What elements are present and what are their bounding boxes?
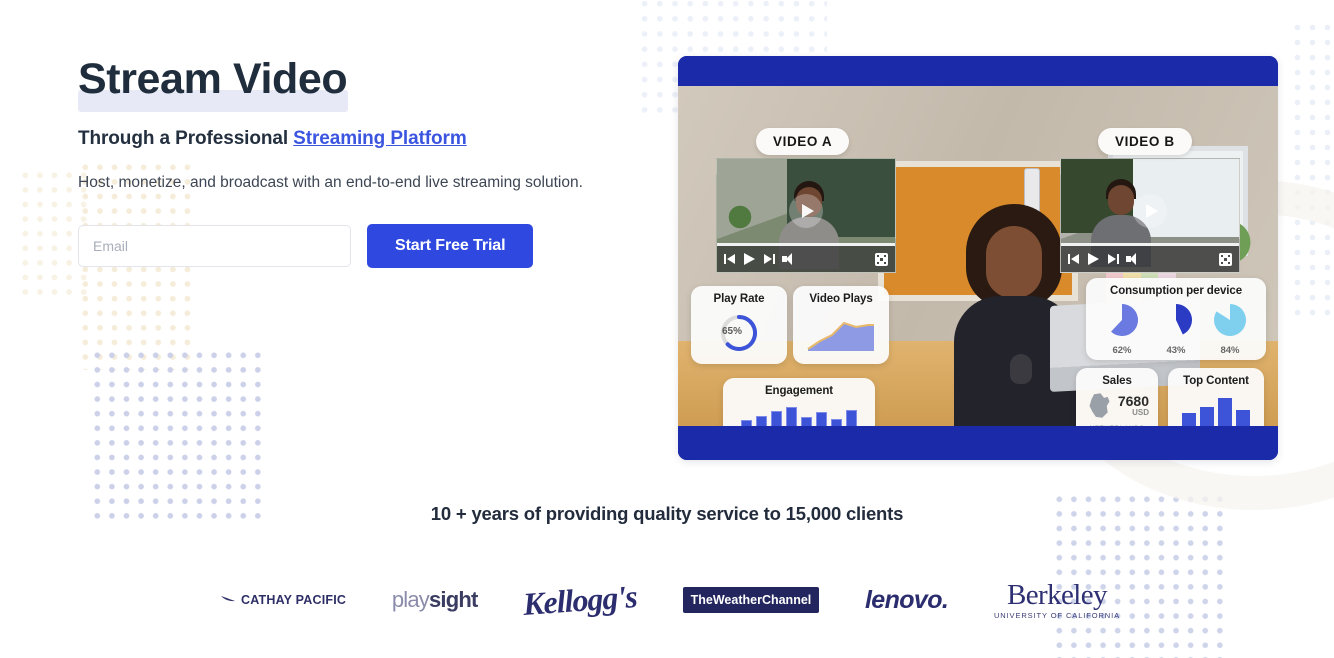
logo-weather-line1: The <box>690 593 713 607</box>
logo-cathay-pacific-text: CATHAY PACIFIC <box>241 593 347 607</box>
dot-grid-right-edge <box>1290 20 1334 320</box>
hero-description: Host, monetize, and broadcast with an en… <box>78 174 583 191</box>
fullscreen-icon[interactable] <box>875 252 888 266</box>
consumption-pie-item: 62% <box>1104 302 1140 356</box>
widget-consumption-title: Consumption per device <box>1110 285 1242 297</box>
widget-engagement: Engagement <box>723 378 875 426</box>
streaming-dashboard-preview[interactable]: VIDEO A VIDEO B Play Rate 65% Video Play… <box>678 56 1278 460</box>
consumption-pie-label: 84% <box>1220 345 1240 356</box>
logo-playsight-part2: sight <box>429 587 478 612</box>
widget-video-plays: Video Plays <box>793 286 889 364</box>
logo-weather-line2: Weather <box>712 593 762 607</box>
next-icon[interactable] <box>763 253 775 265</box>
play-icon[interactable] <box>1133 193 1167 228</box>
video-player-b[interactable] <box>1060 158 1240 273</box>
page-title: Stream Video <box>78 55 348 103</box>
consumption-pie-label: 43% <box>1166 345 1186 356</box>
clients-tagline: 10 + years of providing quality service … <box>430 503 904 524</box>
engagement-bar <box>756 415 767 426</box>
engagement-bar <box>801 416 812 426</box>
sales-currency: USD <box>1132 408 1149 417</box>
video-player-a[interactable] <box>716 158 896 273</box>
play-rate-donut-chart: 65% <box>715 311 763 355</box>
engagement-bar <box>846 410 857 426</box>
trial-signup-form: Start Free Trial <box>78 224 638 268</box>
page-title-wrapper: Stream Video <box>78 52 348 112</box>
widget-video-plays-title: Video Plays <box>809 293 873 305</box>
logo-the-weather-channel: The Weather Channel <box>682 587 820 613</box>
logo-berkeley-name: Berkeley <box>1007 579 1107 611</box>
video-b-person-head <box>1108 185 1134 215</box>
logo-playsight-part1: play <box>391 587 430 612</box>
logo-kelloggs: Kellogg's <box>522 577 639 622</box>
media-card-bottom-bar <box>678 426 1278 460</box>
previous-icon[interactable] <box>1068 253 1080 265</box>
widget-play-rate-title: Play Rate <box>713 293 765 305</box>
pie-chart-icon <box>1214 304 1247 336</box>
top-content-bar <box>1236 410 1250 426</box>
logo-berkeley-subtitle: UNIVERSITY OF CALIFORNIA <box>993 611 1120 620</box>
widget-sales-title: Sales <box>1102 375 1132 387</box>
engagement-bar-chart <box>732 403 866 426</box>
hero-content: Stream Video Through a Professional Stre… <box>78 52 638 268</box>
widget-play-rate: Play Rate 65% <box>691 286 787 364</box>
previous-icon[interactable] <box>724 253 736 265</box>
consumption-pie-charts: 62% 43% 84% <box>1095 302 1257 356</box>
logo-playsight: play sight <box>391 587 479 613</box>
netherlands-map-icon <box>1089 393 1110 418</box>
top-content-bar <box>1182 413 1196 426</box>
widget-sales: Sales 7680 USD NETHERLANDS <box>1076 368 1158 426</box>
engagement-bar <box>816 412 827 426</box>
top-content-bar-chart <box>1177 394 1255 426</box>
logo-lenovo: lenovo. <box>864 585 949 614</box>
scene-mouse <box>1010 354 1032 384</box>
pie-chart-icon <box>1176 304 1193 335</box>
widget-engagement-title: Engagement <box>764 385 833 397</box>
video-a-controls[interactable] <box>717 246 895 272</box>
widget-top-content: Top Content <box>1168 368 1264 426</box>
sales-body: 7680 USD <box>1085 390 1149 422</box>
sales-value: 7680 <box>1117 393 1149 409</box>
volume-icon[interactable] <box>782 253 794 265</box>
video-a-badge: VIDEO A <box>756 128 850 155</box>
media-stage: VIDEO A VIDEO B Play Rate 65% Video Play… <box>678 86 1278 426</box>
cathay-brushwing-icon <box>221 596 235 602</box>
video-plays-area-chart <box>807 321 874 351</box>
dot-grid-left <box>90 348 265 524</box>
client-logos: CATHAY PACIFIC play sight Kellogg's The W… <box>220 560 1120 640</box>
play-button-icon[interactable] <box>1087 253 1100 265</box>
widget-consumption-per-device: Consumption per device 62% 43% 84% <box>1086 278 1266 360</box>
streaming-platform-link[interactable]: Streaming Platform <box>293 128 467 149</box>
person-face <box>986 226 1042 298</box>
consumption-pie-label: 62% <box>1112 345 1132 356</box>
hero-subtitle: Through a Professional Streaming Platfor… <box>78 128 638 150</box>
hero-subtitle-prefix: Through a Professional <box>78 128 294 149</box>
logo-weather-line3: Channel <box>761 593 812 607</box>
engagement-bar <box>771 411 782 426</box>
landing-page: Stream Video Through a Professional Stre… <box>0 0 1334 658</box>
next-icon[interactable] <box>1107 253 1119 265</box>
widget-top-content-title: Top Content <box>1183 375 1249 387</box>
engagement-bar <box>786 406 797 426</box>
logo-berkeley: Berkeley UNIVERSITY OF CALIFORNIA <box>994 580 1120 620</box>
media-card-top-bar <box>678 56 1278 86</box>
volume-icon[interactable] <box>1126 253 1138 265</box>
logo-cathay-pacific: CATHAY PACIFIC <box>220 593 346 607</box>
start-free-trial-button[interactable]: Start Free Trial <box>367 224 534 268</box>
video-b-controls[interactable] <box>1061 246 1239 272</box>
top-content-bar <box>1218 398 1232 426</box>
play-rate-value: 65% <box>721 326 742 337</box>
video-b-badge: VIDEO B <box>1098 128 1192 155</box>
email-field[interactable] <box>78 225 351 267</box>
engagement-bar <box>831 419 842 426</box>
pie-chart-icon <box>1111 304 1139 336</box>
play-button-icon[interactable] <box>743 253 756 265</box>
fullscreen-icon[interactable] <box>1219 252 1232 266</box>
video-a-plant <box>723 199 757 229</box>
consumption-pie-item: 84% <box>1212 302 1248 356</box>
play-icon[interactable] <box>789 193 823 228</box>
consumption-pie-item: 43% <box>1158 302 1194 356</box>
top-content-bar <box>1200 406 1214 426</box>
